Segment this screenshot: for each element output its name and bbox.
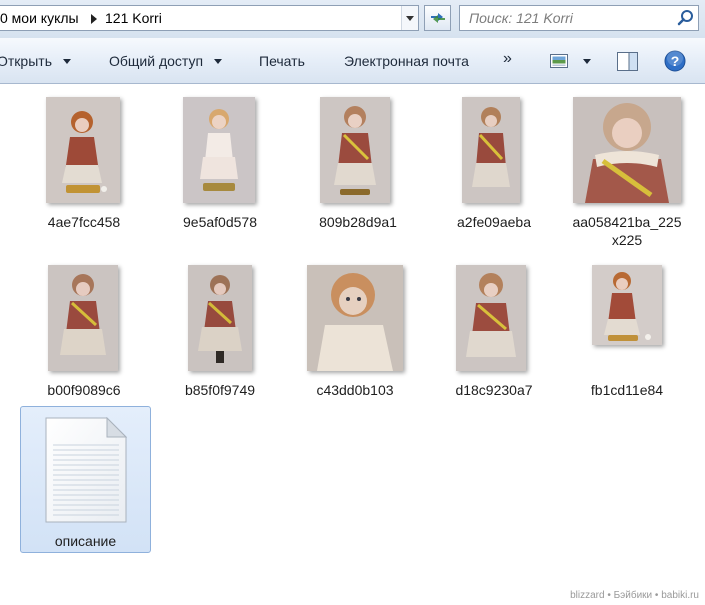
file-item-d18c9230a7[interactable]: d18c9230a7 (454, 263, 534, 403)
address-history-chevron-down-icon[interactable] (401, 6, 418, 30)
image-thumbnail[interactable] (456, 265, 526, 371)
image-thumbnail[interactable] (46, 97, 120, 203)
image-thumbnail[interactable] (188, 265, 252, 371)
open-button[interactable]: Открыть (0, 53, 52, 69)
more-commands-button[interactable]: » (503, 50, 512, 68)
file-item-description-selected[interactable]: описание (20, 406, 151, 553)
image-thumbnail[interactable] (48, 265, 118, 371)
refresh-button[interactable] (424, 5, 451, 31)
file-item-c43dd0b103[interactable]: c43dd0b103 (305, 263, 405, 403)
breadcrumb-segment-current[interactable]: 121 Korri (105, 10, 162, 26)
file-name[interactable]: 4ae7fcc458 (34, 213, 134, 231)
file-name[interactable]: b00f9089c6 (34, 381, 134, 399)
file-name-line-1[interactable]: aa058421ba_225 (567, 213, 687, 231)
svg-text:?: ? (671, 53, 680, 69)
file-name[interactable]: c43dd0b103 (305, 381, 405, 399)
breadcrumb[interactable]: 0 мои куклы 121 Korri (0, 5, 419, 31)
breadcrumb-segment-dolls[interactable]: 0 мои куклы (0, 10, 79, 26)
breadcrumb-separator-icon[interactable] (91, 14, 97, 24)
file-name-line-2[interactable]: x225 (567, 231, 687, 249)
preview-pane-icon[interactable] (617, 52, 638, 71)
search-icon[interactable] (677, 9, 695, 27)
email-button[interactable]: Электронная почта (344, 53, 469, 69)
file-list: 4ae7fcc458 9e5af0d578 809b28d9a1 a2fe09a… (0, 85, 705, 605)
command-bar: Открыть Общий доступ Печать Электронная … (0, 38, 705, 84)
file-item-b00f9089c6[interactable]: b00f9089c6 (44, 263, 124, 403)
image-thumbnail[interactable] (320, 97, 390, 203)
file-name[interactable]: d18c9230a7 (444, 381, 544, 399)
open-chevron-down-icon[interactable] (63, 59, 71, 64)
file-name[interactable]: описание (21, 532, 150, 550)
search-box[interactable] (459, 5, 699, 31)
change-view-icon[interactable] (550, 54, 568, 68)
file-item-b85f0f9749[interactable]: b85f0f9749 (180, 263, 260, 403)
file-name[interactable]: fb1cd11e84 (577, 381, 677, 399)
file-item-aa058421ba_225x225[interactable]: aa058421ba_225 x225 (572, 95, 682, 255)
share-button[interactable]: Общий доступ (109, 53, 203, 69)
address-area: 0 мои куклы 121 Korri (0, 0, 705, 38)
view-chevron-down-icon[interactable] (583, 59, 591, 64)
file-item-a2fe09aeba[interactable]: a2fe09aeba (454, 95, 534, 235)
print-button[interactable]: Печать (259, 53, 305, 69)
file-name[interactable]: a2fe09aeba (444, 213, 544, 231)
image-thumbnail[interactable] (307, 265, 403, 371)
file-item-fb1cd11e84[interactable]: fb1cd11e84 (590, 263, 670, 403)
file-item-4ae7fcc458[interactable]: 4ae7fcc458 (44, 95, 124, 235)
share-chevron-down-icon[interactable] (214, 59, 222, 64)
help-icon[interactable]: ? (664, 50, 686, 72)
file-item-9e5af0d578[interactable]: 9e5af0d578 (180, 95, 260, 235)
file-name[interactable]: b85f0f9749 (170, 381, 270, 399)
file-name[interactable]: 9e5af0d578 (170, 213, 270, 231)
image-thumbnail[interactable] (462, 97, 520, 203)
image-thumbnail[interactable] (573, 97, 681, 203)
refresh-icon (431, 13, 445, 23)
image-thumbnail[interactable] (592, 265, 662, 345)
watermark: blizzard • Бэйбики • babiki.ru (570, 590, 699, 601)
text-document-icon[interactable] (45, 417, 127, 523)
file-name[interactable]: 809b28d9a1 (308, 213, 408, 231)
image-thumbnail[interactable] (183, 97, 255, 203)
file-item-809b28d9a1[interactable]: 809b28d9a1 (318, 95, 398, 235)
search-input[interactable] (460, 6, 670, 30)
